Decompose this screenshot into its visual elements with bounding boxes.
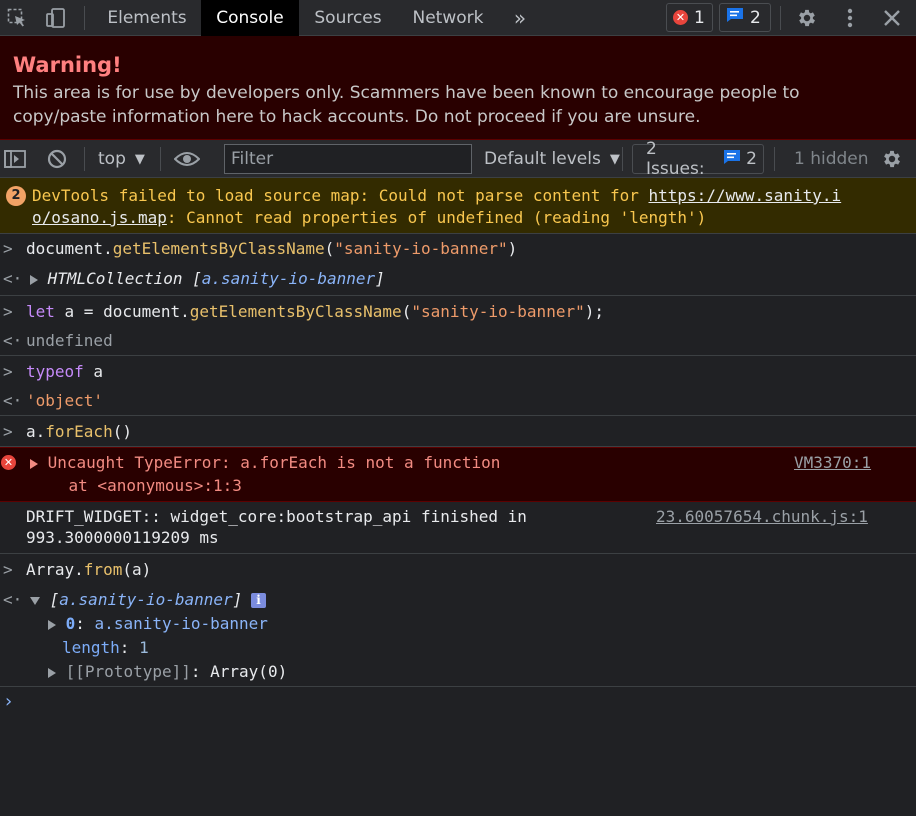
error-source-link[interactable]: VM3370:1: [794, 453, 871, 473]
expand-triangle-icon[interactable]: [48, 619, 56, 630]
source-map-warning-line2: o/osano.js.map: Cannot read properties o…: [32, 208, 707, 227]
devtools-tabbar: Elements Console Sources Network » ✕ 1 2: [0, 0, 916, 36]
source-map-url-link[interactable]: https://www.sanity.i: [649, 186, 842, 205]
console-settings-gear-icon[interactable]: [878, 140, 906, 178]
show-sidebar-icon[interactable]: [2, 140, 28, 178]
input-chevron-icon: >: [3, 422, 13, 441]
result-chevron-icon: <·: [3, 391, 23, 410]
command-input[interactable]: typeof a: [26, 362, 103, 382]
console-entry-2: > let a = document.getElementsByClassNam…: [0, 296, 916, 356]
close-devtools-icon[interactable]: [878, 0, 906, 36]
source-map-url-link-cont[interactable]: o/osano.js.map: [32, 208, 167, 227]
self-xss-warning: Warning! This area is for use by develop…: [0, 36, 916, 140]
console-prompt-area[interactable]: ›: [0, 687, 916, 816]
info-icon[interactable]: i: [251, 593, 266, 608]
console-entry-1: > document.getElementsByClassName("sanit…: [0, 234, 916, 296]
log-source-link[interactable]: 23.60057654.chunk.js:1: [656, 507, 868, 527]
repeat-count-badge: 2: [6, 186, 26, 206]
settings-gear-icon[interactable]: [792, 0, 822, 36]
result-chevron-icon: <·: [3, 590, 23, 609]
message-count: 2: [750, 7, 761, 28]
live-expression-eye-icon[interactable]: [173, 140, 201, 178]
tab-console[interactable]: Console: [201, 0, 299, 36]
warning-body: This area is for use by developers only.…: [13, 83, 800, 127]
issues-count: 2: [746, 149, 757, 169]
error-icon: ✕: [1, 455, 16, 470]
command-result: undefined: [26, 331, 113, 350]
toolbar-divider: [774, 147, 775, 171]
more-options-icon[interactable]: [838, 0, 862, 36]
input-chevron-icon: >: [3, 362, 13, 381]
error-message-row: ✕ Uncaught TypeError: a.forEach is not a…: [0, 447, 916, 502]
source-map-warning-line1: DevTools failed to load source map: Coul…: [32, 186, 842, 205]
collapse-triangle-icon[interactable]: [30, 596, 40, 605]
source-map-warning-row: 2 DevTools failed to load source map: Co…: [0, 178, 916, 234]
expand-triangle-icon[interactable]: [30, 458, 38, 469]
input-chevron-icon: >: [3, 239, 13, 258]
message-icon: [726, 7, 744, 28]
issues-message-icon: [723, 149, 741, 170]
error-count-button[interactable]: ✕ 1: [666, 3, 713, 32]
more-tabs-button[interactable]: »: [504, 0, 536, 36]
input-chevron-icon: >: [3, 302, 13, 321]
issues-button[interactable]: 2 Issues: 2: [632, 139, 764, 179]
toolbar-divider: [160, 147, 161, 171]
issues-label: 2 Issues:: [646, 139, 705, 179]
log-line2: 993.3000000119209 ms: [26, 528, 219, 547]
log-message-row: DRIFT_WIDGET:: widget_core:bootstrap_api…: [0, 502, 916, 554]
error-icon: ✕: [673, 10, 688, 25]
context-value: top: [98, 149, 126, 169]
command-result[interactable]: HTMLCollection [a.sanity-io-banner]: [30, 269, 385, 289]
array-prototype[interactable]: [[Prototype]]: Array(0): [48, 662, 287, 682]
log-levels-select[interactable]: Default levels ▼: [484, 140, 620, 178]
console-toolbar: top ▼ Default levels ▼ 2 Issues: 2 1 hid…: [0, 139, 916, 179]
command-input[interactable]: document.getElementsByClassName("sanity-…: [26, 239, 517, 259]
log-line1: DRIFT_WIDGET:: widget_core:bootstrap_api…: [26, 507, 527, 526]
inspect-element-icon[interactable]: [4, 0, 30, 36]
command-input[interactable]: a.forEach(): [26, 422, 132, 442]
result-chevron-icon: <·: [3, 331, 23, 350]
input-chevron-icon: >: [3, 560, 13, 579]
console-entry-4: > a.forEach(): [0, 416, 916, 447]
tab-network[interactable]: Network: [402, 0, 494, 36]
context-select[interactable]: top ▼: [98, 140, 145, 178]
array-entry-0[interactable]: 0: a.sanity-io-banner: [48, 614, 268, 634]
log-levels-value: Default levels: [484, 149, 601, 169]
messages-count-button[interactable]: 2: [719, 3, 771, 32]
toolbar-divider: [84, 147, 85, 171]
array-length: length: 1: [62, 638, 149, 657]
error-line1[interactable]: Uncaught TypeError: a.forEach is not a f…: [30, 453, 500, 473]
hidden-count: 1 hidden: [794, 149, 869, 169]
filter-input[interactable]: [224, 144, 472, 174]
tab-elements[interactable]: Elements: [98, 0, 196, 36]
error-count: 1: [694, 7, 705, 28]
console-entry-3: > typeof a <· 'object': [0, 356, 916, 416]
expand-triangle-icon[interactable]: [48, 667, 56, 678]
result-chevron-icon: <·: [3, 269, 23, 288]
toolbar-divider: [84, 6, 85, 30]
expand-triangle-icon[interactable]: [30, 274, 38, 285]
chevron-down-icon: ▼: [134, 151, 145, 167]
prompt-chevron-icon: ›: [3, 691, 14, 712]
chevron-down-icon: ▼: [609, 151, 620, 167]
toolbar-divider: [622, 147, 623, 171]
tab-sources[interactable]: Sources: [304, 0, 392, 36]
console-entry-5: > Array.from(a) <· [a.sanity-io-banner] …: [0, 554, 916, 687]
warning-title: Warning!: [13, 53, 122, 77]
array-result[interactable]: [a.sanity-io-banner]: [30, 590, 242, 610]
device-toolbar-icon[interactable]: [42, 0, 70, 36]
command-input[interactable]: let a = document.getElementsByClassName(…: [26, 302, 604, 322]
clear-console-icon[interactable]: [44, 140, 70, 178]
toolbar-divider: [780, 6, 781, 30]
command-input[interactable]: Array.from(a): [26, 560, 151, 580]
error-line2: at <anonymous>:1:3: [30, 476, 242, 495]
command-result: 'object': [26, 391, 104, 410]
